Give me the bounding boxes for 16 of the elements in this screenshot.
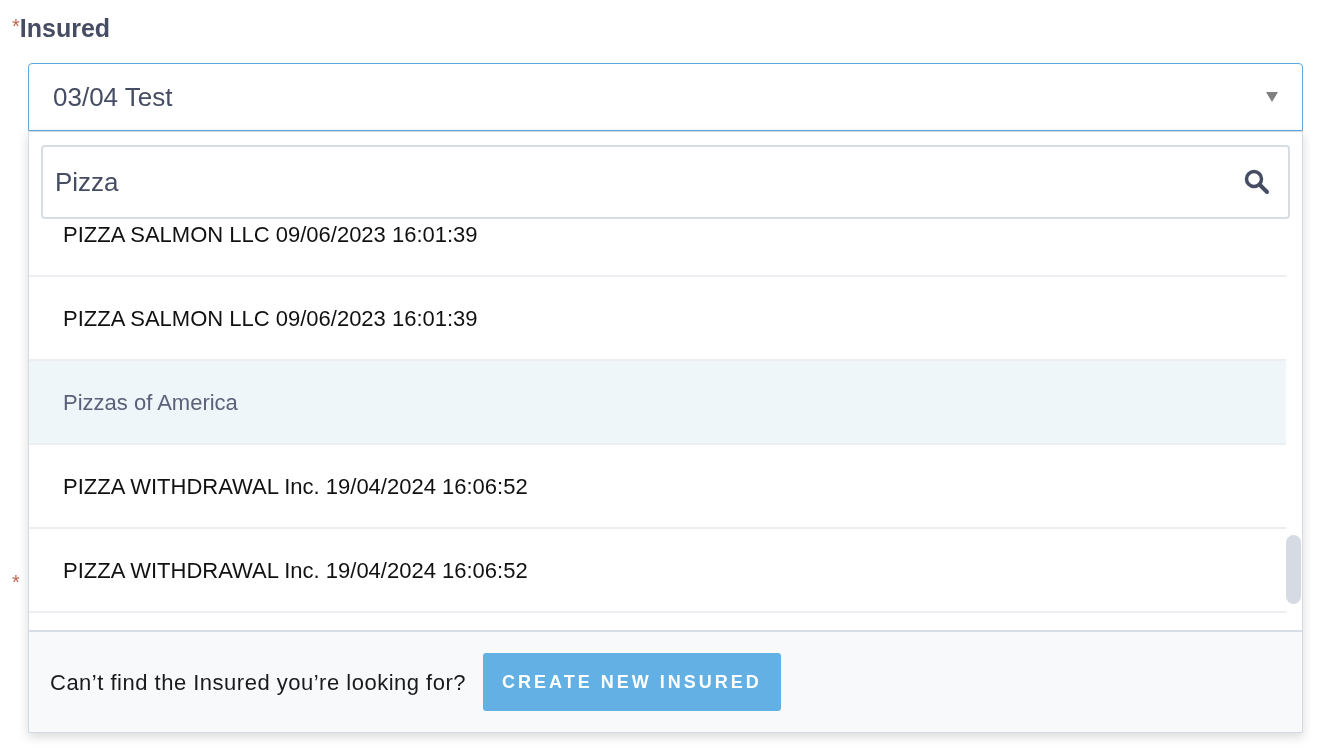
option-item[interactable]: Pizzas of America (29, 361, 1286, 445)
scrollbar-thumb[interactable] (1286, 535, 1301, 604)
required-mark: * (12, 572, 20, 592)
caret-icon (1266, 92, 1278, 102)
search-icon (1244, 169, 1270, 195)
option-item[interactable]: PIZZA SALMON LLC 09/06/2023 16:01:39 (29, 277, 1286, 361)
required-mark: * (12, 16, 20, 36)
option-item[interactable]: PIZZA WITHDRAWAL Inc. 19/04/2024 16:06:52 (29, 529, 1286, 613)
option-item[interactable]: PIZZA WITHDRAWAL Inc. 19/04/2024 16:06:52 (29, 445, 1286, 529)
footer-prompt: Can’t find the Insured you’re looking for? (50, 668, 466, 697)
option-item[interactable]: PIZZA SALMON LLC 09/06/2023 16:01:39 (29, 219, 1286, 277)
insured-select[interactable]: 03/04 Test (28, 63, 1303, 131)
search-field[interactable]: Pizza (41, 145, 1290, 219)
search-value: Pizza (55, 165, 119, 199)
select-value: 03/04 Test (53, 80, 173, 114)
field-label: Insured (19, 13, 111, 44)
